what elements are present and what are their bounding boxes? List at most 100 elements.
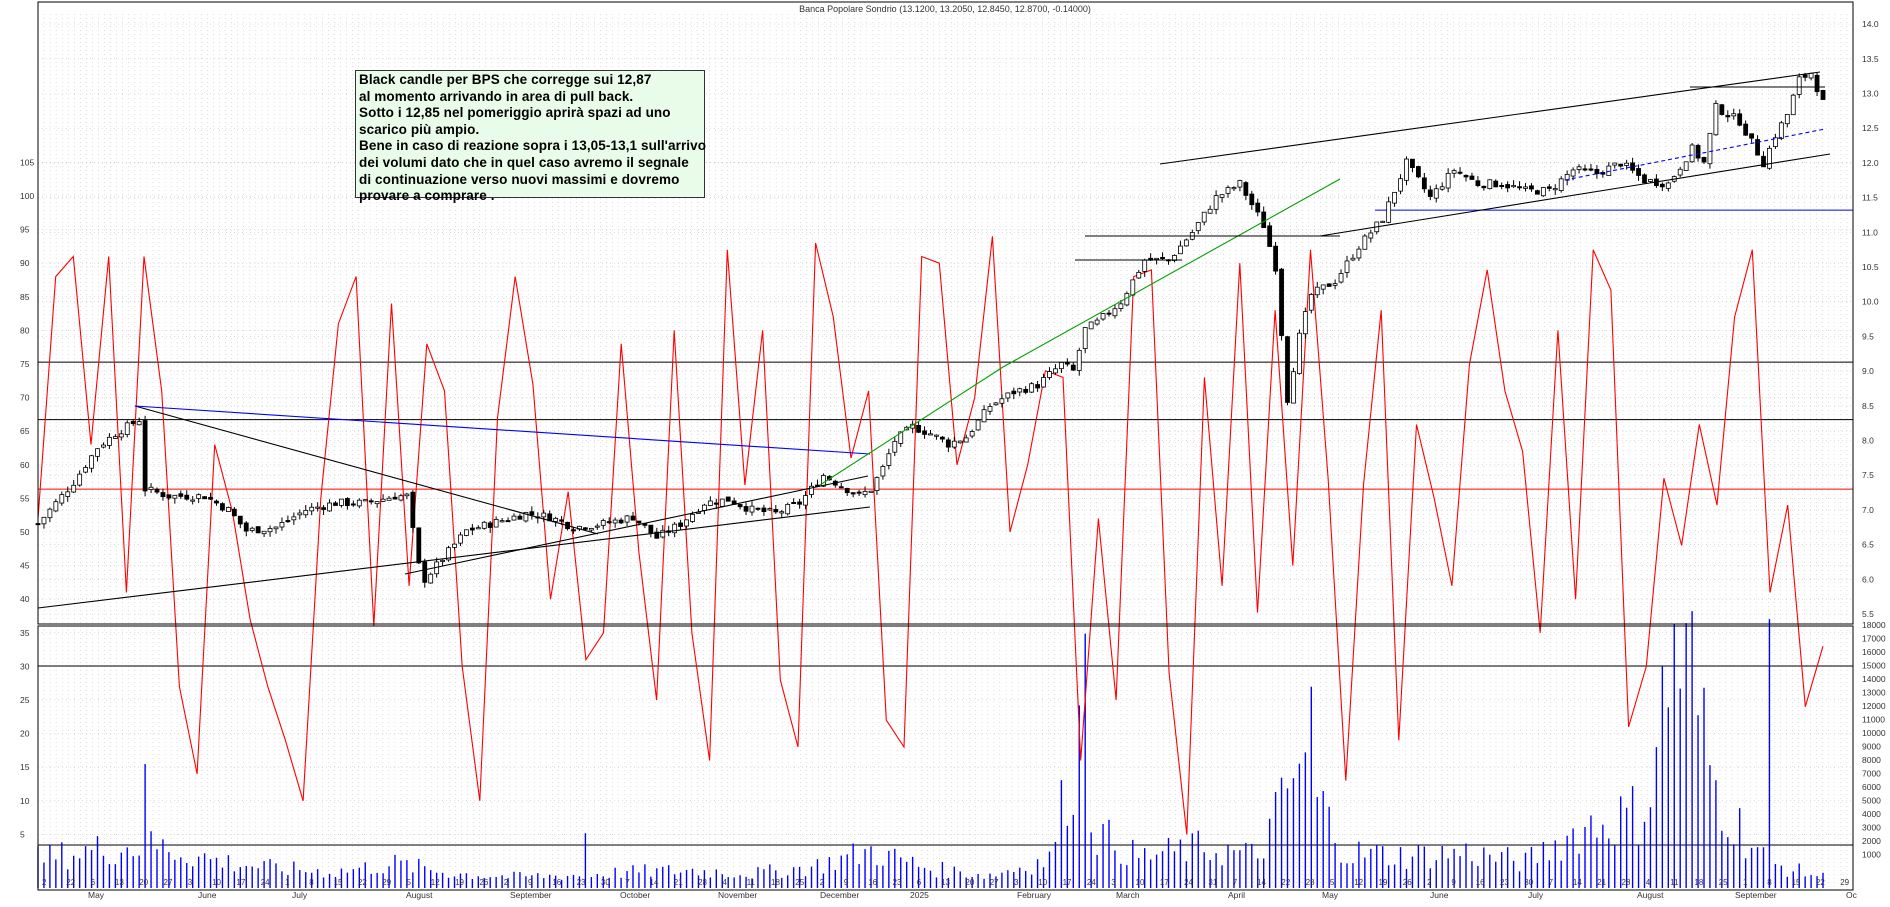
- candle-body: [1570, 169, 1576, 177]
- date-tick-label: 19: [1379, 878, 1388, 887]
- candle-body: [803, 495, 808, 506]
- candle-body: [779, 511, 785, 514]
- candle-body: [1487, 179, 1493, 190]
- candle-body: [101, 444, 106, 448]
- osc-tick-label: 15: [20, 762, 30, 772]
- date-tick-label: 18: [771, 878, 780, 887]
- candle-body: [999, 398, 1005, 404]
- candle-body: [922, 430, 927, 435]
- candle-body: [458, 534, 463, 544]
- date-tick-label: 24: [1087, 878, 1096, 887]
- candle-body: [1029, 383, 1035, 393]
- candle-body: [1576, 166, 1582, 170]
- candle-body: [53, 501, 59, 512]
- candle-body: [1017, 388, 1023, 393]
- candle-body: [749, 505, 755, 513]
- osc-tick-label: 85: [20, 292, 30, 302]
- price-tick-label: 13.0: [1862, 89, 1879, 99]
- candle-body: [1552, 188, 1558, 191]
- axis-labels: 5.5 6.0 6.5 7.0 7.5 8.0 8.5 9.0 9.5 10.0 10.5 11.0 1…: [20, 19, 1886, 900]
- candle-body: [1386, 201, 1392, 223]
- candle-body: [481, 521, 487, 529]
- candle-body: [993, 402, 999, 406]
- candle-body: [1392, 191, 1397, 204]
- candle-body: [315, 506, 321, 509]
- candle-body: [559, 519, 564, 522]
- candle-body: [333, 502, 338, 506]
- volume-tick-label: 14000: [1862, 674, 1886, 684]
- candle-body: [945, 439, 951, 448]
- candle-body: [1802, 74, 1808, 78]
- candle-body: [773, 509, 779, 513]
- volume-tick-label: 6000: [1862, 782, 1881, 792]
- candle-body: [1130, 279, 1136, 296]
- candle-body: [148, 486, 154, 490]
- candle-body: [309, 506, 315, 512]
- candle-body: [838, 486, 844, 489]
- candle-body: [1070, 364, 1076, 371]
- candle-body: [987, 406, 993, 412]
- candle-body: [868, 490, 874, 493]
- date-tick-label: 24: [261, 878, 270, 887]
- candle-body: [1404, 158, 1409, 181]
- date-tick-label: 7: [625, 878, 630, 887]
- note-line-8: provare a comprare .: [359, 188, 495, 204]
- candle-body: [184, 494, 190, 500]
- osc-tick-label: 40: [20, 594, 30, 604]
- candle-body: [422, 561, 428, 583]
- candle-body: [541, 512, 547, 518]
- date-tick-label: 22: [66, 878, 75, 887]
- candle-body: [1005, 392, 1011, 399]
- trendline-layer: [37, 71, 1831, 609]
- date-tick-label: 26: [479, 878, 488, 887]
- candle-body: [463, 529, 469, 536]
- volume-tick-label: 16000: [1862, 647, 1886, 657]
- note-line-3: Sotto i 12,85 nel pomeriggio aprirà spaz…: [359, 105, 671, 121]
- candle-body: [1624, 162, 1630, 166]
- candle-body: [1457, 171, 1463, 174]
- candle-body: [208, 497, 213, 500]
- month-label: Oc: [1846, 890, 1858, 900]
- candle-body: [1421, 177, 1427, 190]
- candle-body: [1642, 174, 1647, 184]
- candle-body: [1249, 193, 1255, 206]
- candle-body: [190, 499, 196, 502]
- candle-body: [821, 475, 826, 487]
- candle-body: [719, 498, 725, 507]
- candle-body: [594, 525, 600, 528]
- osc-tick-label: 105: [20, 157, 34, 167]
- candle-body: [583, 527, 588, 530]
- osc-tick-label: 45: [20, 561, 30, 571]
- candle-body: [487, 522, 493, 528]
- candle-body: [1326, 283, 1332, 287]
- osc-tick-label: 70: [20, 393, 30, 403]
- price-tick-label: 5.5: [1862, 609, 1874, 619]
- stochastic-line: [37, 236, 1824, 835]
- date-tick-label: 14: [650, 878, 659, 887]
- candle-body: [1606, 165, 1612, 176]
- volume-tick-label: 4000: [1862, 809, 1881, 819]
- candle-body: [1023, 388, 1029, 393]
- candle-body: [214, 500, 219, 504]
- osc-tick-label: 80: [20, 325, 30, 335]
- candle-body: [702, 504, 707, 511]
- date-tick-label: 21: [674, 878, 683, 887]
- candle-body: [517, 515, 523, 520]
- candle-body: [1219, 194, 1225, 198]
- candle-body: [220, 503, 225, 511]
- month-label: June: [198, 890, 217, 900]
- date-tick-label: 22: [1816, 878, 1825, 887]
- date-tick-label: 30: [1524, 878, 1533, 887]
- candle-body: [1499, 185, 1505, 188]
- candle-body: [327, 502, 332, 512]
- candle-body: [291, 516, 297, 521]
- candle-body: [678, 522, 683, 527]
- candle-body: [1719, 104, 1725, 115]
- candle-body: [1297, 332, 1302, 374]
- note-line-4: scarico più ampio.: [359, 121, 480, 137]
- candle-body: [975, 419, 981, 431]
- price-tick-label: 14.0: [1862, 19, 1879, 29]
- candle-body: [1118, 303, 1124, 309]
- candle-body: [1784, 114, 1790, 125]
- date-tick-label: 5: [1330, 878, 1335, 887]
